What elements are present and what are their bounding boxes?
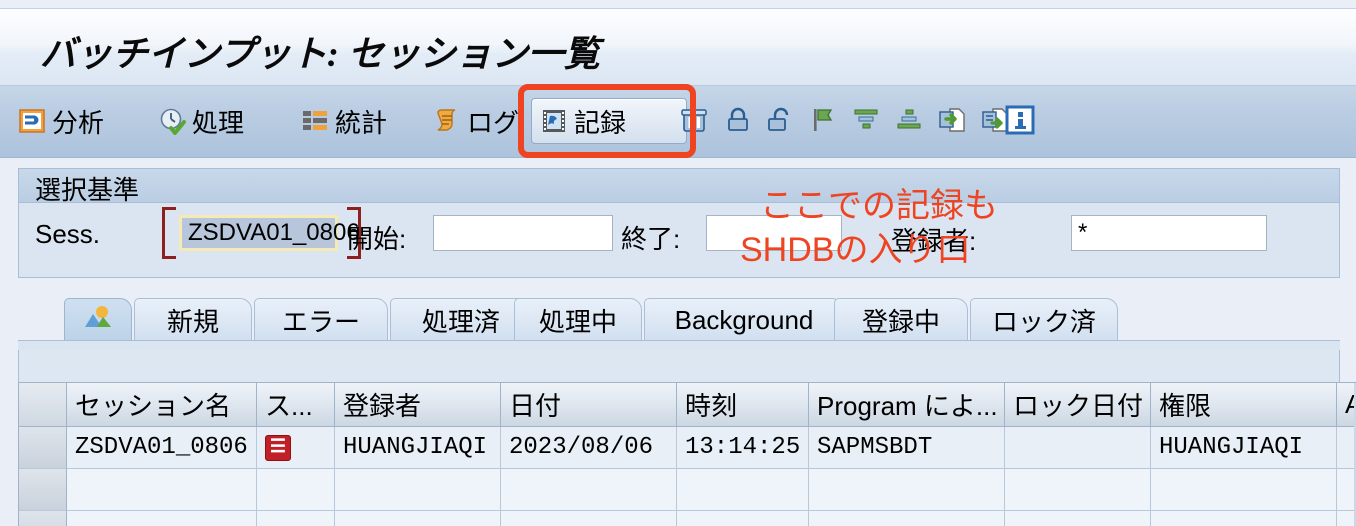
cell-session: [67, 469, 257, 511]
tab-locked-label: ロック済: [991, 307, 1096, 337]
cell-date: [501, 511, 677, 526]
toolbar-button-record[interactable]: 記録: [531, 98, 687, 144]
tab-processed[interactable]: 処理済: [390, 298, 532, 342]
cell-auth: [1151, 469, 1337, 511]
cell-lockdate: [1005, 511, 1151, 526]
from-input[interactable]: [433, 215, 613, 251]
cell-date: [501, 469, 677, 511]
cell-program: SAPMSBDT: [809, 427, 1005, 469]
tab-error-label: エラー: [281, 307, 360, 337]
overview-mountain-icon: [83, 304, 113, 337]
toolbar-button-log[interactable]: ログ: [425, 98, 527, 144]
page-title: バッチインプット: セッション一覧: [40, 34, 600, 74]
tab-new[interactable]: 新規: [134, 298, 252, 342]
toolbar-button-analysis-label: 分析: [52, 107, 105, 138]
sess-input[interactable]: ZSDVA01_0806: [179, 215, 360, 251]
tab-background[interactable]: Background: [644, 298, 844, 342]
delete-icon[interactable]: [676, 100, 712, 140]
toolbar-button-record-label: 記録: [574, 107, 627, 138]
to-label: 終了:: [621, 224, 681, 254]
row-selector[interactable]: [19, 427, 67, 469]
cell-status: [257, 469, 335, 511]
tab-new-label: 新規: [166, 307, 219, 337]
application-toolbar: 分析 処理 統計 ログ 記録: [0, 86, 1356, 158]
creator-input[interactable]: *: [1071, 215, 1267, 251]
sort-ascending-icon[interactable]: [891, 100, 927, 140]
tab-processed-label: 処理済: [421, 307, 500, 337]
toolbar-button-log-label: ログ: [467, 107, 520, 138]
to-input[interactable]: [706, 215, 842, 251]
cell-creator: [335, 511, 501, 526]
table-row[interactable]: [19, 469, 1356, 511]
export-icon[interactable]: [934, 100, 970, 140]
cell-lockdate: [1005, 469, 1151, 511]
column-header-selector[interactable]: [19, 383, 67, 426]
unlock-icon[interactable]: [762, 100, 798, 140]
toolbar-button-statistics[interactable]: 統計: [293, 98, 395, 144]
tab-overview[interactable]: [64, 298, 132, 342]
toolbar-button-process-label: 処理: [192, 107, 245, 138]
cell-time: [677, 469, 809, 511]
process-clock-icon: [158, 107, 186, 135]
toolbar-button-statistics-label: 統計: [335, 107, 388, 138]
tab-error[interactable]: エラー: [254, 298, 388, 342]
tab-creating-label: 登録中: [861, 307, 940, 337]
log-scroll-icon: [433, 107, 461, 135]
info-icon[interactable]: [1002, 100, 1038, 140]
toolbar-button-analysis[interactable]: 分析: [10, 98, 112, 144]
tab-in-process[interactable]: 処理中: [514, 298, 642, 342]
record-film-icon: [540, 107, 568, 135]
column-header-status[interactable]: ス...: [257, 383, 335, 426]
cell-lockdate: [1005, 427, 1151, 469]
cell-time: 13:14:25: [677, 427, 809, 469]
cell-date: 2023/08/06: [501, 427, 677, 469]
sort-descending-icon[interactable]: [848, 100, 884, 140]
from-label: 開始:: [347, 224, 407, 254]
selection-criteria-header: 選択基準: [19, 169, 1339, 205]
creator-label: 登録者:: [891, 226, 977, 256]
column-header-lockdate[interactable]: ロック日付: [1005, 383, 1151, 426]
column-header-creator[interactable]: 登録者: [335, 383, 501, 426]
row-selector[interactable]: [19, 511, 67, 526]
tab-in-process-label: 処理中: [538, 307, 617, 337]
cell-auth: [1151, 511, 1337, 526]
column-header-session[interactable]: セッション名: [67, 383, 257, 426]
focus-bracket-left: [162, 207, 176, 259]
tab-strip: 新規 エラー 処理済 処理中 Background 登録中 ロック済: [18, 296, 1340, 342]
tab-creating[interactable]: 登録中: [834, 298, 968, 342]
cell-time: [677, 511, 809, 526]
column-header-program[interactable]: Program によ...: [809, 383, 1005, 426]
sess-label: Sess.: [35, 219, 101, 249]
column-header-auth[interactable]: 権限: [1151, 383, 1337, 426]
session-table: セッション名 ス... 登録者 日付 時刻 Program によ... ロック日…: [18, 382, 1356, 526]
statistics-icon: [301, 107, 329, 135]
cell-session: ZSDVA01_0806: [67, 427, 257, 469]
cell-status: [257, 511, 335, 526]
new-session-red-icon: ☰: [265, 434, 291, 461]
column-header-date[interactable]: 日付: [501, 383, 677, 426]
toolbar-button-process[interactable]: 処理: [150, 98, 252, 144]
column-header-time[interactable]: 時刻: [677, 383, 809, 426]
row-selector[interactable]: [19, 469, 67, 511]
cell-creator: [335, 469, 501, 511]
cell-session: [67, 511, 257, 526]
cell-program: [809, 511, 1005, 526]
selection-criteria-title: 選択基準: [35, 175, 140, 205]
cell-program: [809, 469, 1005, 511]
analysis-icon: [18, 107, 46, 135]
table-row[interactable]: ZSDVA01_0806 ☰ HUANGJIAQI 2023/08/06 13:…: [19, 427, 1356, 469]
cell-creator: HUANGJIAQI: [335, 427, 501, 469]
window-title-bar: バッチインプット: セッション一覧: [0, 8, 1356, 86]
tab-underline: [18, 340, 1340, 350]
tab-locked[interactable]: ロック済: [970, 298, 1118, 342]
cell-status: ☰: [257, 427, 335, 469]
sap-batch-input-session-overview: バッチインプット: セッション一覧 分析 処理 統計 ログ 記録 選択基準 Se…: [0, 0, 1356, 526]
tab-background-label: Background: [674, 305, 814, 335]
cell-auth: HUANGJIAQI: [1151, 427, 1337, 469]
lock-icon[interactable]: [720, 100, 756, 140]
flag-icon[interactable]: [805, 100, 841, 140]
table-row[interactable]: [19, 511, 1356, 526]
selection-criteria-panel: 選択基準 Sess. ZSDVA01_0806 開始: 終了: 登録者: *: [18, 168, 1340, 278]
table-header-row: セッション名 ス... 登録者 日付 時刻 Program によ... ロック日…: [19, 383, 1356, 427]
